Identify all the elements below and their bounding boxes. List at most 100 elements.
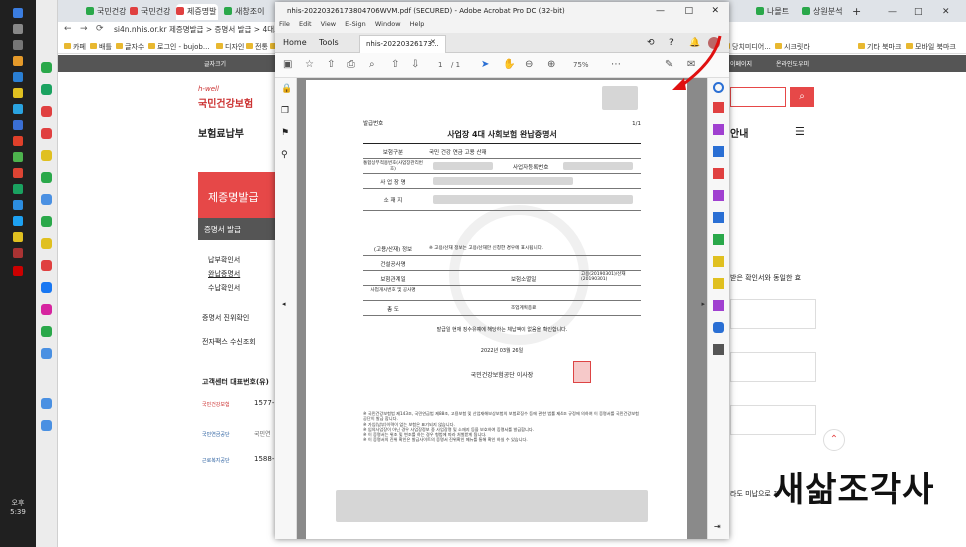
search-input[interactable]: [730, 87, 786, 107]
lock-icon[interactable]: 🔒: [281, 84, 292, 94]
scan-icon[interactable]: [713, 234, 724, 245]
menu-esign[interactable]: E-Sign: [345, 20, 366, 28]
more-icon[interactable]: ⋯: [611, 59, 621, 70]
bookmark[interactable]: 모바일 북마크: [906, 42, 956, 52]
create-pdf-icon[interactable]: [713, 146, 724, 157]
close-tab-icon[interactable]: ✕: [430, 38, 436, 46]
organize-icon[interactable]: [713, 212, 724, 223]
bookmark[interactable]: 당치미디어...: [723, 42, 771, 52]
sidebar-app-icon[interactable]: [41, 326, 52, 337]
maximize-icon[interactable]: □: [684, 2, 693, 20]
bookmark[interactable]: 디자인: [216, 42, 244, 52]
browser-tab[interactable]: 나몰트: [756, 4, 796, 20]
search-icon[interactable]: ⌕: [790, 87, 814, 107]
app-icon[interactable]: [13, 104, 23, 114]
search-icon[interactable]: [13, 24, 23, 34]
pages-icon[interactable]: ❐: [281, 106, 289, 116]
sidebar-app-icon[interactable]: [41, 106, 52, 117]
bookmark[interactable]: 전통: [246, 42, 268, 52]
zoom-in-icon[interactable]: ⊕: [547, 59, 555, 70]
close-icon[interactable]: ✕: [711, 2, 719, 20]
sidebar-app-icon[interactable]: [41, 84, 52, 95]
app-icon[interactable]: [13, 216, 23, 226]
sidebar-app-icon[interactable]: [41, 238, 52, 249]
edge-icon[interactable]: [13, 72, 23, 82]
page-number-input[interactable]: 1: [438, 61, 442, 69]
zoom-out-icon[interactable]: ⊖: [525, 59, 533, 70]
menu-item-active[interactable]: 완납증명서: [208, 269, 240, 279]
print-icon[interactable]: ⎙: [347, 59, 355, 70]
url-input[interactable]: si4n.nhis.or.kr 제증명발급 > 증명서 발급 > 4대보: [114, 24, 281, 35]
menu-help[interactable]: Help: [410, 20, 425, 28]
maximize-icon[interactable]: □: [914, 4, 923, 20]
instagram-icon[interactable]: [41, 304, 52, 315]
site-logo[interactable]: 국민건강보험: [198, 95, 253, 110]
menu-file[interactable]: File: [279, 20, 290, 28]
menu-view[interactable]: View: [321, 20, 336, 28]
bookmark[interactable]: 배틀: [90, 42, 112, 52]
folder-icon[interactable]: [13, 88, 23, 98]
new-tab-icon[interactable]: +: [852, 4, 861, 20]
close-icon[interactable]: ✕: [942, 4, 950, 20]
chrome-icon[interactable]: [13, 152, 23, 162]
sidebar-app-icon[interactable]: [41, 348, 52, 359]
sidebar-app-icon[interactable]: [41, 62, 52, 73]
minimize-icon[interactable]: —: [656, 2, 665, 20]
sidebar-app-icon[interactable]: [41, 194, 52, 205]
send-icon[interactable]: [713, 300, 724, 311]
share-icon[interactable]: ⟲: [647, 38, 655, 48]
sidebar-app-icon[interactable]: [41, 150, 52, 161]
fill-sign-icon[interactable]: [713, 190, 724, 201]
bookmark[interactable]: 글자수: [116, 42, 144, 52]
more-tools-icon[interactable]: [713, 344, 724, 355]
collapse-right-icon[interactable]: ▸: [701, 300, 705, 308]
menu-window[interactable]: Window: [375, 20, 401, 28]
browser-tab-active[interactable]: 제증명발: [176, 4, 218, 20]
note-icon[interactable]: [713, 278, 724, 289]
bookmark-icon[interactable]: ⚑: [281, 128, 289, 138]
app-icon[interactable]: [13, 168, 23, 178]
menu-item[interactable]: 증명서 진위확인: [202, 313, 249, 323]
app-icon[interactable]: [13, 136, 23, 146]
windows-start-icon[interactable]: [13, 8, 23, 18]
reload-icon[interactable]: ⟳: [96, 24, 104, 34]
comment-icon[interactable]: [713, 168, 724, 179]
save-icon[interactable]: ▣: [283, 59, 292, 70]
bookmark[interactable]: 시크릿라: [775, 42, 810, 52]
expand-panel-icon[interactable]: ⇥: [714, 522, 721, 531]
prev-page-icon[interactable]: ⇧: [391, 59, 399, 70]
topbar-link[interactable]: 온라인도우미: [776, 59, 809, 68]
select-cursor-icon[interactable]: ➤: [481, 59, 489, 70]
sidebar-app-icon[interactable]: [41, 420, 52, 431]
menu-item[interactable]: 전자팩스 수신조회: [202, 337, 256, 347]
upload-icon[interactable]: ⇧: [327, 59, 335, 70]
facebook-icon[interactable]: [41, 282, 52, 293]
sidebar-app-icon[interactable]: [41, 172, 52, 183]
sidebar-app-icon[interactable]: [41, 128, 52, 139]
tab-home[interactable]: Home: [283, 38, 307, 47]
zoom-search-icon[interactable]: ⌕: [369, 59, 375, 70]
forward-icon[interactable]: →: [80, 24, 88, 34]
shield-icon[interactable]: [713, 322, 724, 333]
minimize-icon[interactable]: —: [888, 4, 897, 20]
menu-heading[interactable]: 증명서 발급: [198, 218, 278, 240]
browser-tab[interactable]: 국민건강: [86, 4, 126, 20]
collapse-left-icon[interactable]: ◂: [282, 300, 286, 308]
sidebar-app-icon[interactable]: [41, 260, 52, 271]
tab-tools[interactable]: Tools: [319, 38, 339, 47]
app-icon[interactable]: [13, 232, 23, 242]
hand-tool-icon[interactable]: ✋: [503, 59, 515, 70]
edit-pdf-icon[interactable]: [713, 124, 724, 135]
task-view-icon[interactable]: [13, 40, 23, 50]
browser-tab[interactable]: 상원분석: [802, 4, 848, 20]
sidebar-app-icon[interactable]: [41, 216, 52, 227]
menu-item[interactable]: 수납확인서: [208, 283, 240, 293]
bookmark[interactable]: 기타 북마크: [858, 42, 901, 52]
font-size-link[interactable]: 글자크기: [204, 59, 226, 68]
export-pdf-icon[interactable]: [713, 102, 724, 113]
app-icon[interactable]: [13, 184, 23, 194]
hamburger-menu-icon[interactable]: ☰: [795, 125, 805, 138]
browser-tab[interactable]: 국민건강: [130, 4, 170, 20]
acrobat-icon[interactable]: [13, 266, 23, 276]
scroll-top-button[interactable]: ⌃: [823, 429, 845, 451]
